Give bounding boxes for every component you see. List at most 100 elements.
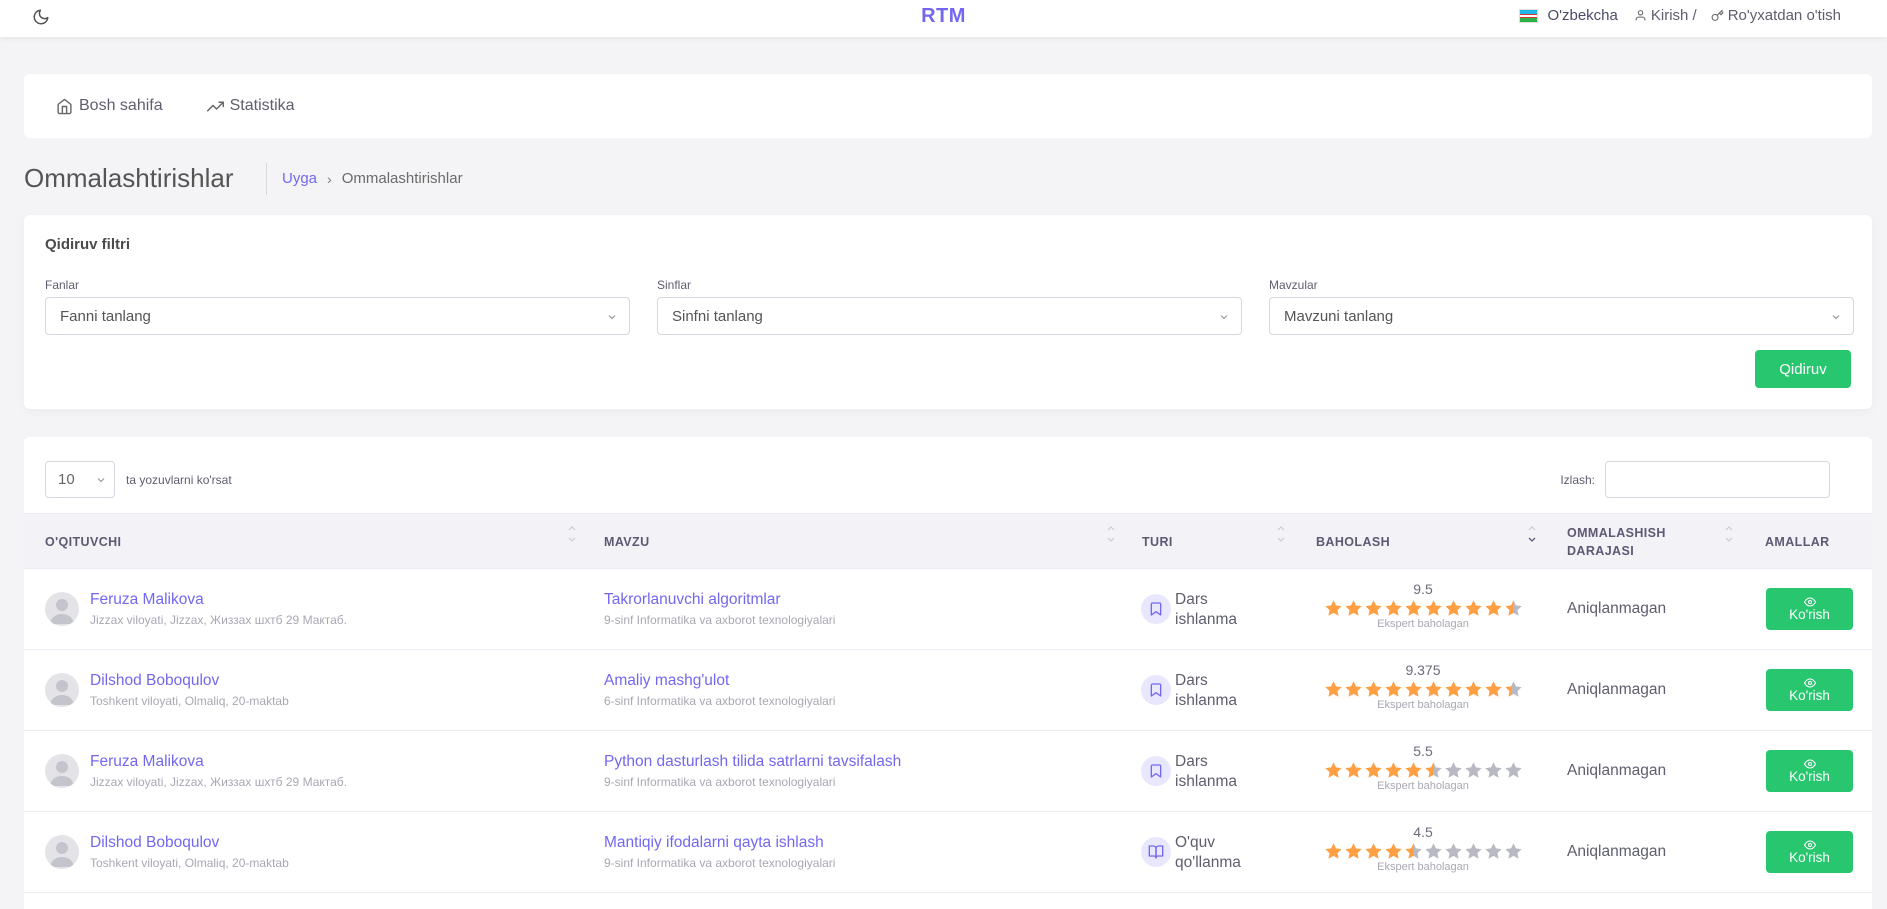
login-link[interactable]: Kirish / bbox=[1634, 7, 1697, 24]
table-row: Feruza Malikova Jizzax viloyati, Jizzax,… bbox=[24, 569, 1872, 650]
teacher-cell: Feruza Malikova Jizzax viloyati, Jizzax,… bbox=[90, 591, 347, 627]
star-empty-icon bbox=[1484, 762, 1502, 778]
view-button[interactable]: Ko'rish bbox=[1766, 831, 1853, 873]
column-header-rating[interactable]: BAHOLASH bbox=[1316, 514, 1390, 570]
star-empty-icon bbox=[1424, 843, 1442, 859]
rating-cell: 4.5 Ekspert baholagan bbox=[1320, 824, 1526, 874]
type-icon-badge bbox=[1141, 594, 1171, 624]
rating-stars bbox=[1320, 599, 1526, 618]
star-half-icon bbox=[1404, 843, 1422, 859]
eye-icon bbox=[1803, 677, 1816, 688]
view-button[interactable]: Ko'rish bbox=[1766, 588, 1853, 630]
view-button-label: Ko'rish bbox=[1789, 768, 1830, 784]
nav-item-statistics[interactable]: Statistika bbox=[206, 97, 295, 115]
teacher-name-link[interactable]: Dilshod Boboqulov bbox=[90, 834, 289, 852]
breadcrumb: Uyga › Ommalashtirishlar bbox=[282, 170, 463, 187]
star-filled-icon bbox=[1464, 600, 1482, 616]
topics-select[interactable]: Mavzuni tanlang bbox=[1269, 297, 1854, 335]
sort-icon[interactable] bbox=[1725, 524, 1733, 544]
column-header-topic[interactable]: MAVZU bbox=[604, 514, 650, 570]
star-filled-icon bbox=[1364, 600, 1382, 616]
teacher-school: Toshkent viloyati, Olmaliq, 20-maktab bbox=[90, 694, 289, 708]
breadcrumb-divider bbox=[266, 163, 267, 195]
star-half-icon bbox=[1424, 762, 1442, 778]
view-button[interactable]: Ko'rish bbox=[1766, 750, 1853, 792]
table-row: Dilshod Boboqulov Toshkent viloyati, Olm… bbox=[24, 650, 1872, 731]
teacher-name-link[interactable]: Feruza Malikova bbox=[90, 591, 347, 609]
table-search-input[interactable] bbox=[1605, 461, 1830, 498]
topic-cell: Amaliy mashg'ulot 6-sinf Informatika va … bbox=[604, 672, 835, 708]
rating-stars bbox=[1320, 842, 1526, 861]
classes-select[interactable]: Sinfni tanlang bbox=[657, 297, 1242, 335]
type-label: Dars ishlanma bbox=[1175, 753, 1238, 790]
star-filled-icon bbox=[1344, 843, 1362, 859]
nav-item-label: Bosh sahifa bbox=[79, 97, 163, 114]
star-empty-icon bbox=[1504, 762, 1522, 778]
search-button[interactable]: Qidiruv bbox=[1755, 350, 1851, 388]
page-length-select[interactable]: 10 bbox=[45, 461, 115, 498]
star-filled-icon bbox=[1404, 681, 1422, 697]
star-filled-icon bbox=[1364, 681, 1382, 697]
table-header: O'QITUVCHI MAVZU TURI BAHOLASH OMMALASHI… bbox=[24, 513, 1872, 569]
page-title: Ommalashtirishlar bbox=[24, 163, 234, 193]
nav-item-home[interactable]: Bosh sahifa bbox=[56, 97, 163, 115]
sort-icon[interactable] bbox=[1107, 524, 1115, 544]
teacher-cell: Dilshod Boboqulov Toshkent viloyati, Olm… bbox=[90, 834, 289, 870]
star-filled-icon bbox=[1324, 600, 1342, 616]
topics-label: Mavzular bbox=[1269, 278, 1318, 292]
page-length-text: ta yozuvlarni ko'rsat bbox=[126, 472, 232, 487]
classes-filter: Sinflar Sinfni tanlang bbox=[657, 278, 1242, 335]
rating-value: 9.5 bbox=[1413, 581, 1433, 597]
view-button[interactable]: Ko'rish bbox=[1766, 669, 1853, 711]
eye-icon bbox=[1803, 839, 1816, 850]
star-empty-icon bbox=[1444, 762, 1462, 778]
table-row: Feruza Malikova Jizzax viloyati, Jizzax,… bbox=[24, 731, 1872, 812]
rating-value: 4.5 bbox=[1413, 824, 1433, 840]
degree-value: Aniqlanmagan bbox=[1567, 762, 1667, 779]
filter-title: Qidiruv filtri bbox=[45, 236, 131, 253]
topic-name-link[interactable]: Amaliy mashg'ulot bbox=[604, 672, 835, 690]
column-header-type[interactable]: TURI bbox=[1142, 514, 1173, 570]
table-row: Dilshod Boboqulov Toshkent viloyati, Olm… bbox=[24, 812, 1872, 893]
teacher-name-link[interactable]: Feruza Malikova bbox=[90, 753, 347, 771]
user-icon bbox=[1635, 10, 1646, 21]
sort-icon[interactable] bbox=[568, 524, 576, 544]
teacher-name-link[interactable]: Dilshod Boboqulov bbox=[90, 672, 289, 690]
topic-name-link[interactable]: Mantiqiy ifodalarni qayta ishlash bbox=[604, 834, 835, 852]
subjects-filter: Fanlar Fanni tanlang bbox=[45, 278, 630, 335]
star-filled-icon bbox=[1404, 762, 1422, 778]
table-search-label: Izlash: bbox=[1560, 472, 1595, 487]
topic-name-link[interactable]: Python dasturlash tilida satrlarni tavsi… bbox=[604, 753, 901, 771]
bookmark-icon bbox=[1150, 683, 1162, 697]
degree-value: Aniqlanmagan bbox=[1567, 843, 1667, 860]
teacher-cell: Feruza Malikova Jizzax viloyati, Jizzax,… bbox=[90, 753, 347, 789]
topics-filter: Mavzular Mavzuni tanlang bbox=[1269, 278, 1854, 335]
subjects-select-value: Fanni tanlang bbox=[60, 307, 151, 325]
star-filled-icon bbox=[1364, 843, 1382, 859]
sort-icon[interactable] bbox=[1277, 524, 1285, 544]
column-header-teacher[interactable]: O'QITUVCHI bbox=[45, 514, 121, 570]
topics-select-value: Mavzuni tanlang bbox=[1284, 307, 1394, 325]
star-filled-icon bbox=[1324, 843, 1342, 859]
language-selector[interactable]: O'zbekcha bbox=[1547, 7, 1617, 24]
rating-cell: 9.375 Ekspert baholagan bbox=[1320, 662, 1526, 712]
star-empty-icon bbox=[1504, 843, 1522, 859]
register-link[interactable]: Ro'yxatdan o'tish bbox=[1711, 7, 1841, 24]
star-filled-icon bbox=[1484, 681, 1502, 697]
breadcrumb-home-link[interactable]: Uyga bbox=[282, 170, 317, 187]
trending-up-icon bbox=[206, 101, 224, 111]
publications-table-card: 10 ta yozuvlarni ko'rsat Izlash: O'QITUV… bbox=[24, 437, 1872, 909]
avatar bbox=[45, 673, 79, 707]
sort-desc-icon[interactable] bbox=[1528, 524, 1536, 544]
star-filled-icon bbox=[1364, 762, 1382, 778]
classes-label: Sinflar bbox=[657, 278, 692, 292]
chevron-down-icon bbox=[1832, 315, 1840, 320]
eye-icon bbox=[1803, 596, 1816, 607]
column-header-degree[interactable]: OMMALASHISH DARAJASI bbox=[1567, 514, 1666, 570]
star-filled-icon bbox=[1444, 681, 1462, 697]
eye-icon bbox=[1803, 758, 1816, 769]
subjects-select[interactable]: Fanni tanlang bbox=[45, 297, 630, 335]
uzbekistan-flag-icon bbox=[1519, 8, 1539, 23]
topic-name-link[interactable]: Takrorlanuvchi algoritmlar bbox=[604, 591, 835, 609]
star-filled-icon bbox=[1444, 600, 1462, 616]
